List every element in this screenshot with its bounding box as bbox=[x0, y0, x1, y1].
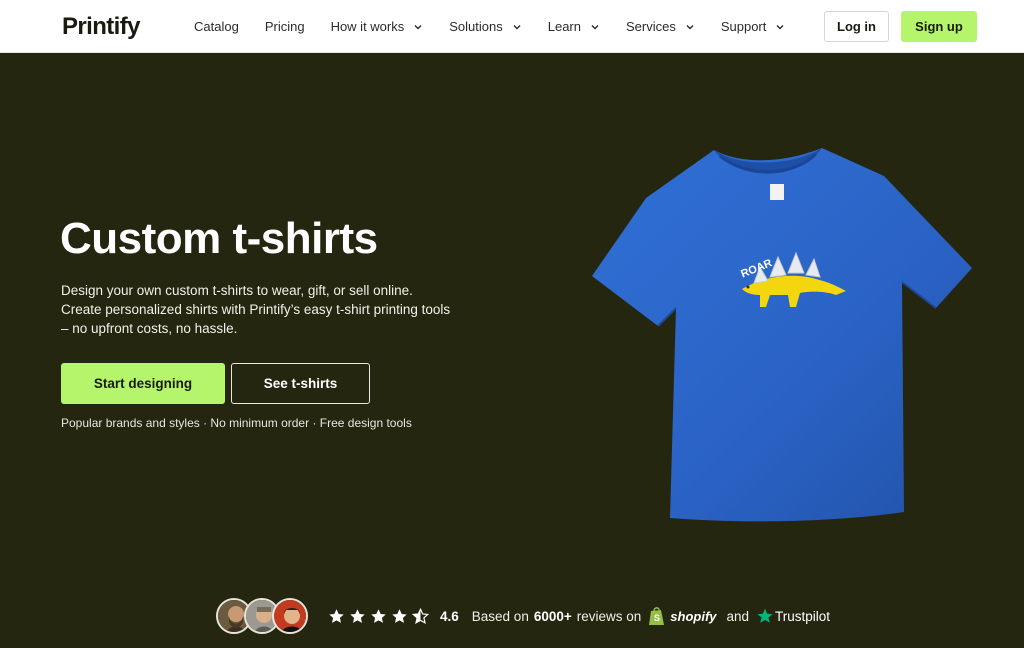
chevron-down-icon bbox=[413, 22, 423, 32]
chevron-down-icon bbox=[590, 22, 600, 32]
nav-item-how-it-works[interactable]: How it works bbox=[331, 19, 424, 34]
and-text: and bbox=[726, 608, 750, 624]
chevron-down-icon bbox=[512, 22, 522, 32]
chevron-down-icon bbox=[685, 22, 695, 32]
printify-logo[interactable]: Printify bbox=[62, 13, 140, 41]
rating-based-on: Based on bbox=[471, 608, 529, 624]
nav-item-solutions[interactable]: Solutions bbox=[449, 19, 521, 34]
nav-item-learn[interactable]: Learn bbox=[548, 19, 600, 34]
nav-item-label: Catalog bbox=[194, 19, 239, 34]
start-designing-button[interactable]: Start designing bbox=[61, 363, 225, 404]
see-tshirts-button[interactable]: See t-shirts bbox=[231, 363, 370, 404]
nav-item-label: Learn bbox=[547, 19, 581, 34]
rating-score: 4.6 bbox=[440, 608, 459, 624]
star-half-icon bbox=[412, 607, 429, 624]
svg-text:S: S bbox=[654, 613, 660, 623]
star-rating bbox=[328, 607, 433, 625]
hero-description: Design your own custom t-shirts to wear,… bbox=[61, 283, 451, 336]
signup-button[interactable]: Sign up bbox=[901, 11, 977, 42]
shopify-logo-text[interactable]: shopify bbox=[670, 609, 716, 624]
login-button[interactable]: Log in bbox=[824, 11, 889, 42]
nav-item-catalog[interactable]: Catalog bbox=[194, 19, 239, 34]
nav-item-label: Support bbox=[720, 19, 767, 34]
nav-item-support[interactable]: Support bbox=[721, 19, 786, 34]
nav-item-label: Services bbox=[625, 19, 676, 34]
star-full-icon bbox=[350, 608, 365, 623]
nav-item-pricing[interactable]: Pricing bbox=[265, 19, 305, 34]
chevron-down-icon bbox=[775, 22, 785, 32]
nav-item-label: Pricing bbox=[264, 19, 305, 34]
site-header: Printify Catalog Pricing How it works So… bbox=[0, 0, 1024, 53]
nav-item-label: Solutions bbox=[449, 19, 503, 34]
trustpilot-logo-text[interactable]: Trustpilot bbox=[775, 609, 830, 624]
nav-item-services[interactable]: Services bbox=[626, 19, 695, 34]
customer-avatars bbox=[216, 598, 308, 634]
hero-features: Popular brands and styles · No minimum o… bbox=[61, 416, 412, 430]
tshirt-product-image: ROAR bbox=[586, 140, 978, 530]
star-full-icon bbox=[392, 608, 407, 623]
hero-title: Custom t-shirts bbox=[60, 214, 378, 263]
review-count: 6000+ bbox=[533, 608, 572, 624]
reviews-on-text: reviews on bbox=[576, 608, 642, 624]
main-nav: Catalog Pricing How it works Solutions L… bbox=[194, 0, 811, 53]
nav-item-label: How it works bbox=[330, 19, 405, 34]
shopify-bag-icon: S bbox=[649, 607, 665, 625]
star-full-icon bbox=[329, 608, 344, 623]
star-full-icon bbox=[371, 608, 386, 623]
rating-bar: 4.6 Based on 6000+ reviews on S shopify … bbox=[216, 596, 830, 636]
tshirt-body bbox=[592, 148, 972, 522]
avatar bbox=[272, 598, 308, 634]
trustpilot-star-icon bbox=[757, 608, 773, 623]
